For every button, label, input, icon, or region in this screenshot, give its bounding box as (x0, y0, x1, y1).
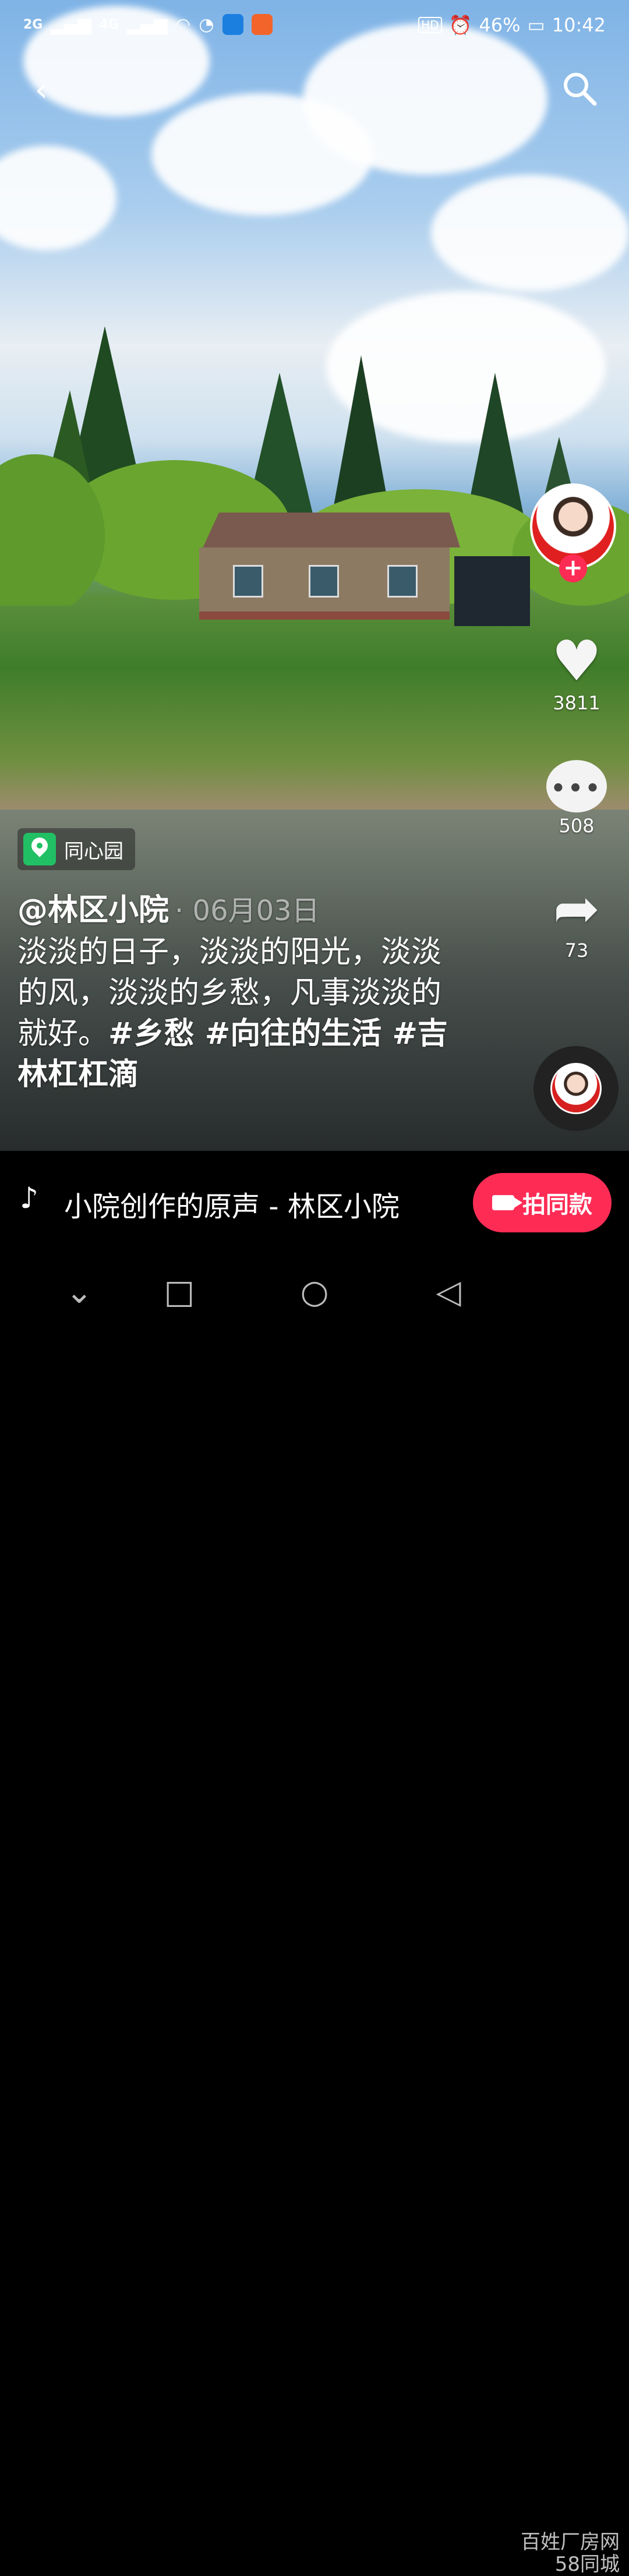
battery-percent: 46% (479, 14, 521, 36)
hd-icon: HD (418, 17, 442, 33)
shoot-same-button[interactable]: 拍同款 (473, 1173, 612, 1232)
music-title[interactable]: 小院创作的原声 - 林区小院 (64, 1183, 443, 1224)
comment-button[interactable]: ••• 508 (536, 754, 617, 837)
video-caption: 淡淡的日子，淡淡的阳光，淡淡的风，淡淡的乡愁，凡事淡淡的就好。#乡愁 #向往的生… (17, 932, 460, 1095)
system-nav-bar: ⌄ □ ○ ◁ 百姓厂房网 58同城 (0, 1256, 629, 2575)
location-pin-icon (23, 833, 56, 865)
author-name[interactable]: @林区小院 (17, 893, 169, 928)
share-button[interactable]: ➦ 73 (536, 877, 617, 962)
signal-bars-icon: ▂▄▆ (126, 14, 168, 35)
shed (454, 556, 530, 626)
location-name: 同心园 (64, 839, 123, 863)
comment-count: 508 (559, 815, 595, 837)
post-date: · 06月03日 (175, 895, 320, 927)
house (192, 513, 460, 620)
share-arrow-icon: ➦ (553, 876, 600, 941)
comment-bubble-icon: ••• (546, 760, 607, 812)
signal-bars-icon: ▂▄▆ (51, 14, 91, 35)
follow-plus-icon[interactable]: + (559, 554, 587, 582)
author-line: @林区小院 · 06月03日 (17, 885, 320, 929)
status-bar: 2G ▂▄▆ 4G ▂▄▆ ◠ ◔ HD ⏰ 46% ▭ 10:42 (0, 0, 629, 52)
battery-icon: ▭ (527, 14, 545, 36)
app-notification-icon (251, 14, 273, 35)
wifi-icon: ◠ (175, 14, 191, 35)
author-avatar-group[interactable]: + (530, 483, 617, 582)
music-disc-avatar (550, 1063, 602, 1114)
clock: 10:42 (552, 14, 606, 36)
camera-icon (492, 1195, 522, 1210)
cloud (431, 175, 629, 291)
wechat-icon: ◔ (199, 14, 214, 35)
music-disc[interactable] (533, 1046, 619, 1131)
cloud (0, 146, 116, 250)
watermark-line1: 百姓厂房网 (521, 2531, 620, 2554)
nav-home-icon[interactable]: ○ (291, 1272, 338, 1313)
signal-icon: 2G (23, 17, 43, 32)
shoot-same-label: 拍同款 (522, 1192, 592, 1218)
app-notification-icon (222, 14, 243, 35)
nav-recents-icon[interactable]: □ (156, 1272, 203, 1313)
like-button[interactable]: ♥ 3811 (536, 629, 617, 714)
heart-icon: ♥ (551, 628, 602, 694)
search-icon[interactable] (559, 70, 600, 111)
signal-icon: 4G (99, 17, 119, 32)
share-count: 73 (564, 939, 589, 962)
tiktok-note-icon: ♪ (20, 1181, 38, 1215)
like-count: 3811 (553, 692, 600, 714)
back-arrow-icon[interactable]: ‹ (21, 70, 62, 111)
location-tag[interactable]: 同心园 (17, 828, 135, 870)
nav-back-icon[interactable]: ◁ (425, 1272, 472, 1313)
watermark: 百姓厂房网 58同城 (521, 2531, 620, 2575)
nav-down-icon[interactable]: ⌄ (56, 1272, 103, 1313)
music-bar[interactable]: ♪ 小院创作的原声 - 林区小院 拍同款 (0, 1151, 629, 1256)
alarm-icon: ⏰ (448, 14, 472, 36)
watermark-line2: 58同城 (554, 2553, 620, 2576)
